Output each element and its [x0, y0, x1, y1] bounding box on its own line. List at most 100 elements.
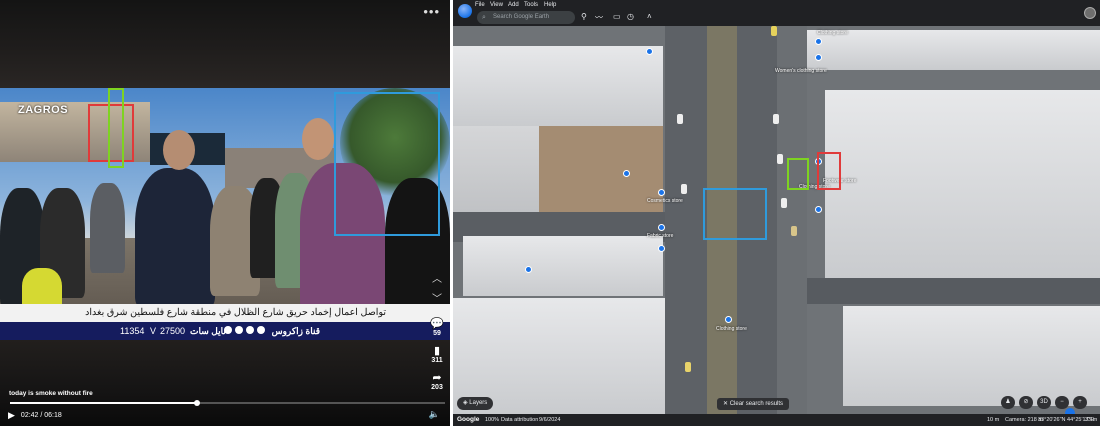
play-icon[interactable]: ▶	[8, 410, 15, 421]
zoom-level[interactable]: 100%	[485, 414, 499, 426]
more-icon[interactable]: •••	[423, 4, 440, 19]
side-rail: 💬 59 ▮ 311 ➦ 203	[424, 318, 450, 399]
menu-file[interactable]: File	[475, 0, 485, 10]
map-roof	[807, 30, 1100, 70]
data-attribution-link[interactable]: Data attribution	[501, 414, 538, 426]
place-pin[interactable]	[525, 266, 532, 273]
place-pin[interactable]	[623, 170, 630, 177]
map-car	[781, 198, 787, 208]
share-icon[interactable]: ➦	[424, 372, 450, 384]
map-road-west	[665, 26, 707, 414]
map-roof	[453, 126, 539, 216]
menu-view[interactable]: View	[490, 0, 503, 10]
video-frame[interactable]: ZAGROS تواصل اعمال إخماد حريق شارع الظلا…	[0, 88, 450, 340]
status-bar: Google 100% Data attribution 9/6/2024 10…	[453, 414, 1100, 426]
map-roof	[453, 46, 663, 126]
zoom-in-button[interactable]: +	[1073, 396, 1087, 409]
place-pin[interactable]	[815, 38, 822, 45]
place-label[interactable]: Clothing store	[716, 326, 747, 332]
annotation-box-blue	[334, 92, 440, 236]
news-ticker: قناة زاكروس نايل سات 27500 V 11354	[0, 322, 450, 340]
video-title: today is smoke without fire	[9, 390, 93, 397]
screen-icon[interactable]: ▭	[613, 12, 621, 21]
menu-help[interactable]: Help	[544, 0, 556, 10]
avatar[interactable]	[1084, 7, 1096, 19]
place-pin-icon[interactable]: ⚲	[581, 12, 587, 21]
chevron-up-icon[interactable]: ˄	[647, 12, 652, 21]
bookmark-icon[interactable]: ▮	[424, 345, 450, 357]
menu-tools[interactable]: Tools	[524, 0, 538, 10]
video-blur-bottom	[0, 340, 450, 426]
layers-button[interactable]: ◈ Layers	[457, 397, 494, 410]
imagery-date: 9/6/2024	[539, 417, 561, 423]
map-alley	[807, 278, 1100, 304]
google-earth-window: File View Add Tools Help ⌕ Search Google…	[453, 0, 1100, 426]
news-caption: تواصل اعمال إخماد حريق شارع الظلال في من…	[0, 304, 450, 322]
scale-bar: 10 m	[987, 417, 1000, 423]
place-pin[interactable]	[658, 189, 665, 196]
place-label[interactable]: Cosmetics store	[647, 198, 683, 204]
path-icon[interactable]: 〰	[595, 12, 603, 23]
view-3d-button[interactable]: 3D	[1037, 396, 1051, 409]
save-count: 311	[431, 357, 443, 364]
google-brand: Google	[457, 416, 480, 423]
person	[135, 168, 215, 308]
zoom-out-button[interactable]: −	[1055, 396, 1069, 409]
search-placeholder: Search Google Earth	[493, 14, 550, 20]
menu-bar: File View Add Tools Help	[453, 0, 1100, 10]
google-earth-logo-icon[interactable]	[458, 4, 472, 18]
place-pin[interactable]	[658, 224, 665, 231]
ticker-channel-name: قناة زاكروس	[271, 326, 320, 336]
share-count: 203	[431, 384, 443, 391]
ticker-social-icons	[224, 326, 265, 334]
navigation-controls: ♟ ⊘ 3D − +	[1001, 396, 1087, 409]
channel-logo: ZAGROS	[18, 104, 69, 116]
map-car	[677, 114, 683, 124]
progress-fill	[10, 402, 198, 404]
person-head	[163, 130, 195, 170]
search-icon: ⌕	[482, 14, 486, 21]
menu-add[interactable]: Add	[508, 0, 519, 10]
layers-label: Layers	[469, 400, 488, 406]
search-input[interactable]: ⌕ Search Google Earth	[477, 11, 575, 24]
place-pin[interactable]	[646, 48, 653, 55]
screenshot-root: ••• ZAGROS تواصل اعمال إخماد حريق شارع ا…	[0, 0, 1100, 426]
chevron-up-icon[interactable]: ︿	[432, 270, 442, 285]
toolbar: ⌕ Search Google Earth ⚲ 〰 ▭ ◷ ˄	[453, 4, 1100, 26]
progress-bar[interactable]	[10, 400, 445, 406]
chevron-down-icon[interactable]: ﹀	[432, 290, 442, 305]
playback-controls: ▶ 02:42 / 06:18	[8, 410, 62, 421]
time-display: 02:42 / 06:18	[20, 412, 62, 419]
clear-search-button[interactable]: ✕ Clear search results	[717, 398, 790, 410]
person	[90, 183, 125, 273]
place-pin[interactable]	[815, 206, 822, 213]
annotation-box-blue	[703, 188, 767, 240]
pegman-icon[interactable]: ♟	[1001, 396, 1015, 409]
place-pin[interactable]	[725, 316, 732, 323]
map-car	[681, 184, 687, 194]
map-car	[771, 26, 777, 36]
progress-knob[interactable]	[194, 400, 201, 406]
volume-icon[interactable]: 🔈	[429, 409, 440, 420]
annotation-box-green	[108, 88, 124, 168]
place-pin[interactable]	[815, 54, 822, 61]
hide-icon[interactable]: ⊘	[1019, 396, 1033, 409]
map-roof	[825, 90, 1100, 278]
annotation-box-red	[817, 152, 841, 190]
place-label[interactable]: Fabric store	[647, 233, 673, 239]
place-label[interactable]: Women's clothing store	[775, 68, 827, 74]
history-icon[interactable]: ◷	[627, 12, 634, 21]
comment-icon[interactable]: 💬	[424, 318, 450, 330]
like-count: 59	[433, 330, 441, 337]
ticker-frequency: 27500	[160, 326, 186, 336]
place-pin[interactable]	[658, 245, 665, 252]
ticker-polarization: V	[150, 326, 157, 336]
satellite-map[interactable]: Clothing store Cosmetics store Fabric st…	[453, 26, 1100, 414]
map-roof	[843, 306, 1100, 406]
place-label[interactable]: Clothing store	[817, 30, 848, 36]
clear-search-label: Clear search results	[729, 401, 784, 407]
map-dirt-lot	[539, 126, 663, 212]
map-car	[773, 114, 779, 124]
video-blur-top	[0, 0, 450, 88]
close-icon: ✕	[723, 401, 730, 407]
